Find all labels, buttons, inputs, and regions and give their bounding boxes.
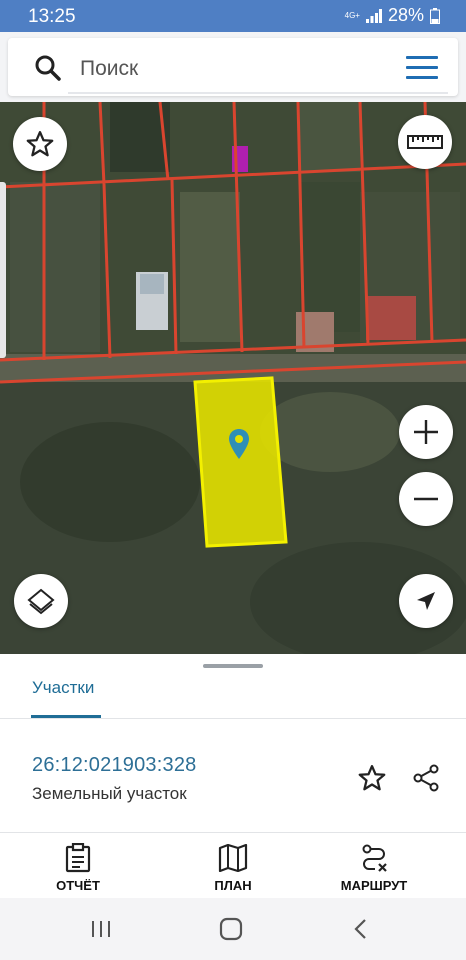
plan-button[interactable]: ПЛАН bbox=[173, 842, 293, 893]
status-icons: 4G+ 28% bbox=[345, 5, 440, 26]
action-bar: ОТЧЁТ ПЛАН МАРШРУТ bbox=[0, 834, 466, 898]
search-box[interactable]: Поиск bbox=[8, 38, 458, 96]
system-navigation-bar bbox=[0, 898, 466, 960]
search-icon[interactable] bbox=[34, 54, 62, 82]
layers-button[interactable] bbox=[14, 574, 68, 628]
favorite-button[interactable] bbox=[13, 117, 67, 171]
parcel-type: Земельный участок bbox=[32, 784, 187, 803]
ruler-icon bbox=[407, 135, 443, 149]
status-bar: 13:25 4G+ 28% bbox=[0, 0, 466, 32]
navigation-arrow-icon bbox=[417, 592, 435, 610]
network-indicator: 4G+ bbox=[344, 10, 360, 20]
search-input[interactable]: Поиск bbox=[80, 57, 138, 81]
plan-label: ПЛАН bbox=[214, 878, 252, 893]
satellite-imagery bbox=[0, 102, 466, 654]
divider bbox=[0, 832, 466, 833]
recent-apps-icon bbox=[92, 921, 110, 937]
status-time: 13:25 bbox=[28, 6, 76, 27]
cadastral-number[interactable]: 26:12:021903:328 bbox=[32, 754, 196, 777]
divider bbox=[0, 718, 466, 719]
map-view[interactable] bbox=[0, 102, 466, 654]
menu-line bbox=[406, 76, 438, 79]
selected-parcel[interactable] bbox=[193, 376, 288, 548]
back-button[interactable] bbox=[346, 916, 376, 942]
sheet-drag-handle[interactable] bbox=[203, 664, 263, 668]
route-label: МАРШРУТ bbox=[340, 878, 408, 893]
battery-icon bbox=[430, 7, 440, 24]
back-icon bbox=[354, 919, 366, 939]
route-button[interactable]: МАРШРУТ bbox=[314, 842, 434, 893]
star-icon bbox=[26, 131, 54, 157]
layers-icon bbox=[27, 588, 55, 615]
locate-button[interactable] bbox=[399, 574, 453, 628]
home-button[interactable] bbox=[216, 916, 246, 942]
home-icon bbox=[219, 917, 243, 941]
signal-icon bbox=[365, 8, 382, 23]
report-label: ОТЧЁТ bbox=[56, 878, 100, 893]
report-button[interactable]: ОТЧЁТ bbox=[18, 842, 138, 893]
menu-line bbox=[406, 66, 438, 69]
share-button[interactable] bbox=[408, 760, 444, 796]
report-icon bbox=[65, 843, 91, 873]
side-panel-handle[interactable] bbox=[0, 182, 6, 358]
location-pin-icon[interactable] bbox=[228, 428, 250, 460]
plus-icon bbox=[414, 420, 438, 444]
recent-apps-button[interactable] bbox=[86, 916, 116, 942]
search-bar: Поиск bbox=[0, 32, 466, 102]
battery-percent: 28% bbox=[387, 5, 424, 25]
share-icon bbox=[413, 764, 439, 792]
menu-button[interactable] bbox=[406, 56, 438, 80]
menu-line bbox=[406, 56, 438, 59]
favorite-parcel-button[interactable] bbox=[354, 760, 390, 796]
ruler-button[interactable] bbox=[398, 115, 452, 169]
search-underline bbox=[68, 92, 448, 94]
route-icon bbox=[362, 844, 387, 872]
tab-parcels[interactable]: Участки bbox=[32, 678, 94, 698]
zoom-in-button[interactable] bbox=[399, 405, 453, 459]
star-icon bbox=[358, 765, 386, 791]
zoom-out-button[interactable] bbox=[399, 472, 453, 526]
minus-icon bbox=[414, 497, 438, 501]
map-icon bbox=[218, 844, 248, 872]
